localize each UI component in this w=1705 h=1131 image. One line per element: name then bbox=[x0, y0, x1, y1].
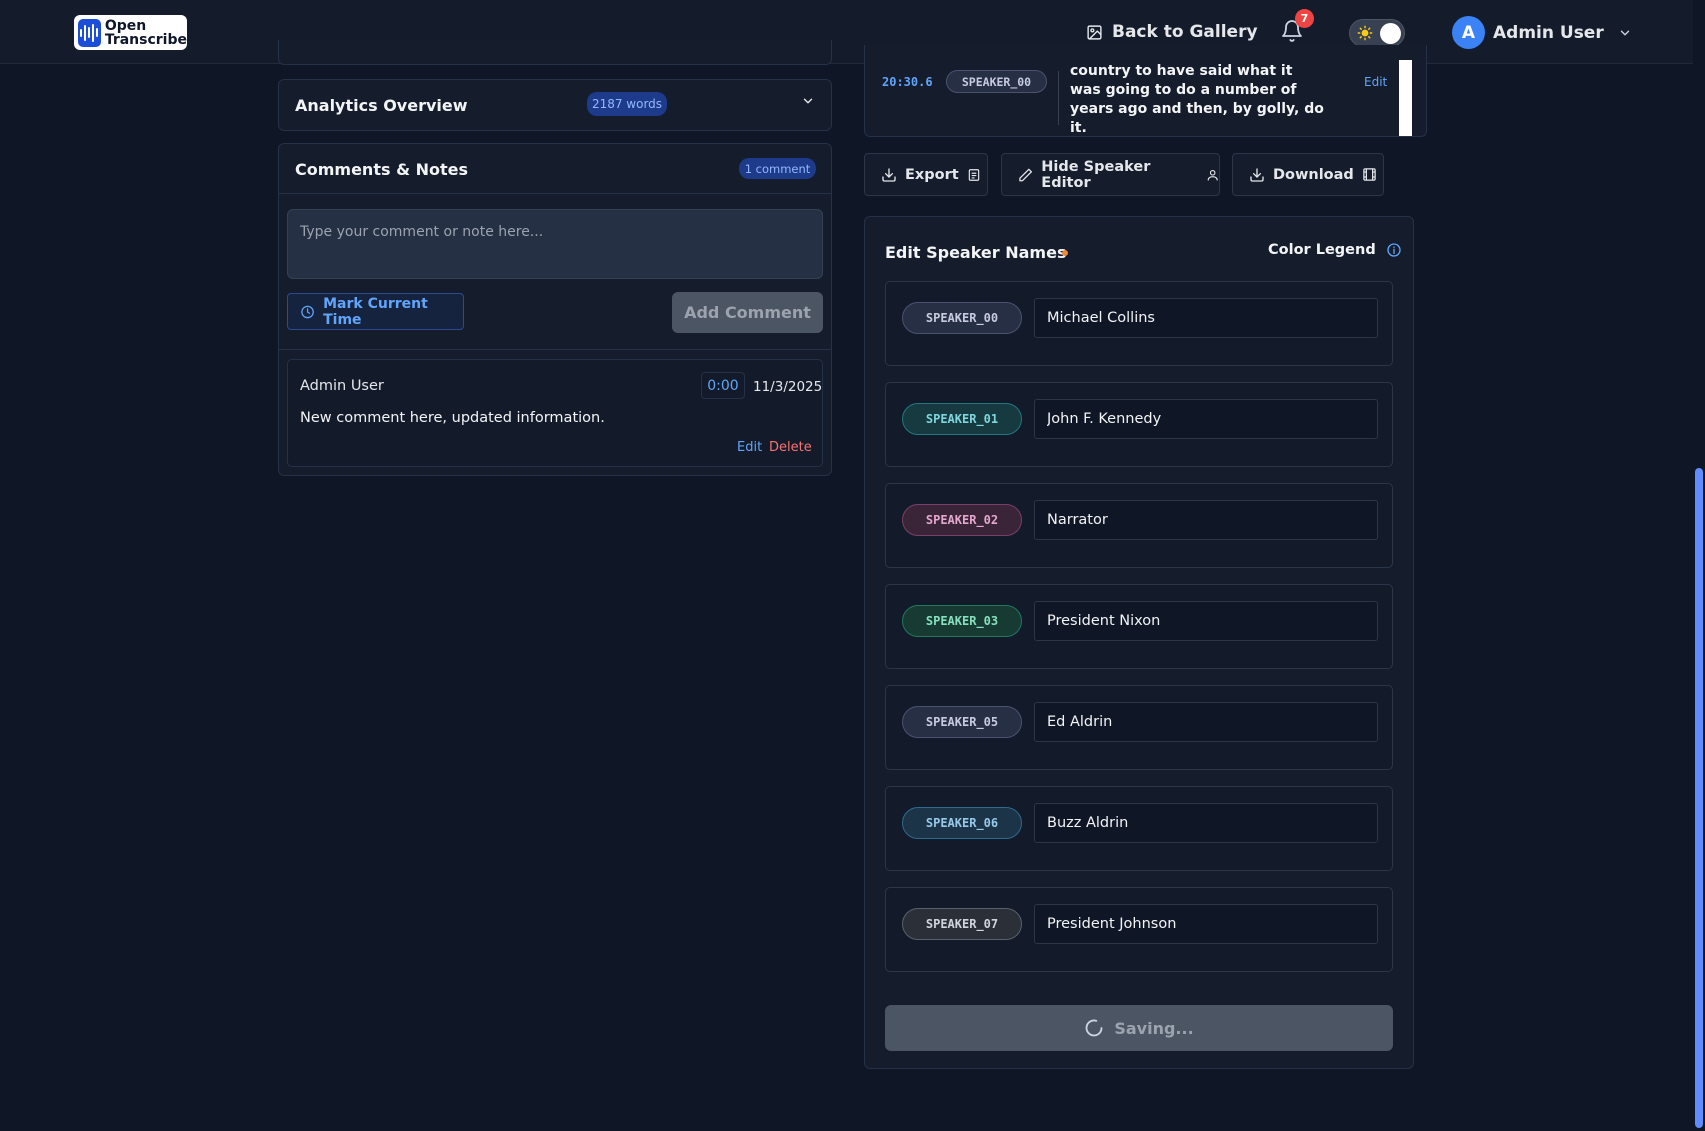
comments-title: Comments & Notes bbox=[295, 160, 468, 179]
back-to-gallery-link[interactable]: Back to Gallery bbox=[1086, 18, 1258, 46]
top-nav: Open Transcribe Back to Gallery 7 A Admi… bbox=[0, 0, 1693, 64]
analytics-overview-panel[interactable]: Analytics Overview 2187 words bbox=[278, 79, 832, 131]
download-icon bbox=[1250, 167, 1264, 182]
speaker-row: SPEAKER_02 bbox=[885, 483, 1393, 568]
speaker-id-badge: SPEAKER_07 bbox=[902, 908, 1022, 940]
comment-timestamp-link[interactable]: 0:00 bbox=[701, 372, 745, 399]
document-icon bbox=[968, 168, 979, 181]
speaker-id-badge: SPEAKER_05 bbox=[902, 706, 1022, 738]
chevron-down-icon[interactable] bbox=[801, 94, 815, 108]
speaker-name-input[interactable] bbox=[1034, 601, 1378, 641]
segment-edit-button[interactable]: Edit bbox=[1364, 75, 1387, 89]
segment-speaker-badge: SPEAKER_00 bbox=[946, 70, 1047, 93]
speaker-id-badge: SPEAKER_06 bbox=[902, 807, 1022, 839]
pencil-icon bbox=[1019, 168, 1033, 181]
user-icon bbox=[1207, 169, 1218, 181]
hide-speaker-editor-button[interactable]: Hide Speaker Editor bbox=[1001, 153, 1220, 196]
waveform-icon bbox=[78, 18, 101, 47]
speaker-name-input[interactable] bbox=[1034, 500, 1378, 540]
speaker-row: SPEAKER_07 bbox=[885, 887, 1393, 972]
user-menu[interactable]: A Admin User bbox=[1452, 16, 1632, 49]
comment-author: Admin User bbox=[300, 378, 384, 394]
speaker-id-badge: SPEAKER_00 bbox=[902, 302, 1022, 334]
speaker-name-input[interactable] bbox=[1034, 904, 1378, 944]
speaker-id-badge: SPEAKER_02 bbox=[902, 504, 1022, 536]
speaker-id-badge: SPEAKER_03 bbox=[902, 605, 1022, 637]
speaker-name-input[interactable] bbox=[1034, 298, 1378, 338]
comment-date: 11/3/2025 bbox=[753, 379, 823, 395]
speaker-row: SPEAKER_03 bbox=[885, 584, 1393, 669]
mark-current-time-label: Mark Current Time bbox=[323, 295, 428, 328]
divider bbox=[279, 193, 831, 194]
speaker-editor-title: Edit Speaker Names bbox=[885, 243, 1067, 262]
comment-edit-button[interactable]: Edit bbox=[737, 440, 762, 455]
speaker-row: SPEAKER_01 bbox=[885, 382, 1393, 467]
color-legend-label: Color Legend bbox=[1268, 242, 1376, 258]
back-to-gallery-label: Back to Gallery bbox=[1112, 22, 1258, 42]
comments-panel: Comments & Notes 1 comment Mark Current … bbox=[278, 143, 832, 476]
logo-line-2: Transcribe bbox=[104, 31, 187, 48]
save-label: Saving... bbox=[1114, 1018, 1194, 1038]
hide-speaker-editor-label: Hide Speaker Editor bbox=[1041, 158, 1151, 191]
sun-icon bbox=[1357, 25, 1373, 41]
user-name: Admin User bbox=[1493, 22, 1604, 43]
image-icon bbox=[1087, 24, 1102, 40]
segment-text: country to have said what it was going t… bbox=[1070, 63, 1324, 136]
comment-text: New comment here, updated information. bbox=[300, 410, 605, 426]
download-label: Download bbox=[1273, 166, 1354, 183]
previous-card-edge bbox=[278, 40, 832, 65]
chevron-down-icon bbox=[1620, 30, 1629, 35]
logo-text: Open Transcribe bbox=[105, 19, 187, 47]
mark-current-time-button[interactable]: Mark Current Time bbox=[287, 293, 464, 330]
speaker-name-input[interactable] bbox=[1034, 803, 1378, 843]
add-comment-button[interactable]: Add Comment bbox=[672, 292, 823, 333]
info-icon bbox=[1387, 243, 1401, 257]
divider bbox=[279, 349, 831, 350]
speaker-row: SPEAKER_05 bbox=[885, 685, 1393, 770]
download-icon bbox=[882, 167, 896, 182]
speaker-name-input[interactable] bbox=[1034, 702, 1378, 742]
app-logo[interactable]: Open Transcribe bbox=[74, 15, 187, 50]
speaker-editor-panel: Edit Speaker Names Color Legend SPEAKER_… bbox=[864, 216, 1414, 1069]
save-speaker-names-button[interactable]: Saving... bbox=[885, 1005, 1393, 1051]
spinner-icon bbox=[1085, 1019, 1103, 1037]
notification-badge: 7 bbox=[1295, 9, 1314, 28]
segment-divider bbox=[1058, 71, 1059, 125]
logo-line-1: Open bbox=[104, 17, 147, 34]
unsaved-indicator bbox=[1062, 250, 1068, 256]
comment-item: Admin User 0:00 11/3/2025 New comment he… bbox=[287, 359, 823, 467]
analytics-title: Analytics Overview bbox=[295, 96, 468, 115]
comment-delete-button[interactable]: Delete bbox=[769, 440, 812, 455]
color-legend-button[interactable]: Color Legend bbox=[1268, 242, 1402, 258]
speaker-name-input[interactable] bbox=[1034, 399, 1378, 439]
export-label: Export bbox=[905, 166, 959, 183]
theme-toggle[interactable] bbox=[1349, 19, 1405, 47]
film-icon bbox=[1363, 168, 1376, 181]
transcript-panel: 20:30.6 SPEAKER_00 country to have said … bbox=[864, 45, 1427, 137]
speaker-id-badge: SPEAKER_01 bbox=[902, 403, 1022, 435]
comment-count-badge: 1 comment bbox=[739, 158, 816, 179]
clock-icon bbox=[301, 305, 314, 318]
comment-input[interactable] bbox=[287, 209, 823, 279]
scrollbar-thumb[interactable] bbox=[1695, 468, 1703, 1128]
word-count-badge: 2187 words bbox=[587, 92, 667, 116]
avatar: A bbox=[1452, 16, 1485, 49]
export-button[interactable]: Export bbox=[864, 153, 988, 196]
download-button[interactable]: Download bbox=[1232, 153, 1384, 196]
page-scrollbar[interactable] bbox=[1693, 0, 1705, 1131]
toggle-knob bbox=[1380, 23, 1401, 44]
page: Open Transcribe Back to Gallery 7 A Admi… bbox=[0, 0, 1705, 1131]
segment-timestamp[interactable]: 20:30.6 bbox=[882, 75, 933, 89]
transcript-scrollbar[interactable] bbox=[1399, 60, 1412, 136]
speaker-row: SPEAKER_00 bbox=[885, 281, 1393, 366]
speaker-row: SPEAKER_06 bbox=[885, 786, 1393, 871]
